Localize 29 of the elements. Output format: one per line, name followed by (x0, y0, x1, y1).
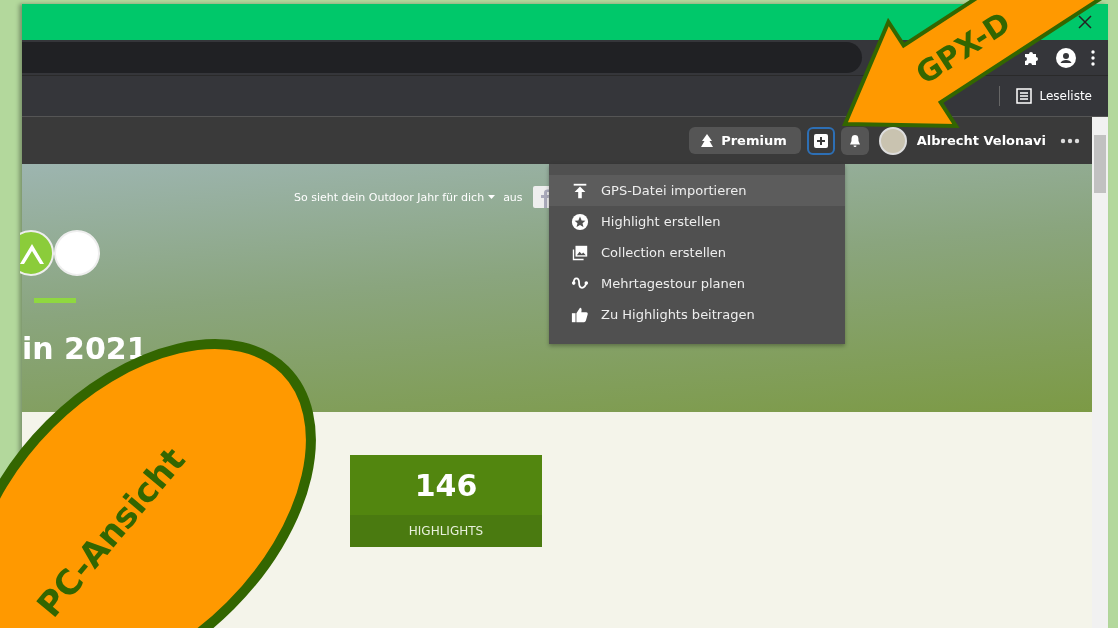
reading-list-button[interactable]: Leseliste (1013, 86, 1094, 106)
tree-icon (699, 132, 716, 149)
kebab-menu-icon[interactable] (1090, 47, 1096, 68)
hero-title: in 2021 (22, 331, 149, 366)
profile-icon[interactable] (1056, 47, 1076, 68)
add-button[interactable] (806, 126, 835, 155)
premium-button[interactable]: Premium (689, 127, 801, 154)
mountain-logo-icon (20, 230, 54, 276)
menu-item[interactable]: Collection erstellen (549, 237, 845, 268)
user-name[interactable]: Albrecht Velonavi (916, 133, 1046, 148)
scrollbar[interactable] (1092, 117, 1108, 628)
menu-item[interactable]: GPS-Datei importieren (549, 175, 845, 206)
menu-item[interactable]: Mehrtagestour planen (549, 268, 845, 299)
bell-button[interactable] (840, 126, 869, 155)
thumbs-up-icon (571, 305, 589, 324)
bell-icon (847, 133, 862, 148)
stat-label: HIGHLIGHTS (350, 515, 542, 547)
gallery-icon (571, 243, 589, 262)
menu-item[interactable]: Zu Highlights beitragen (549, 299, 845, 330)
menu-item[interactable]: Highlight erstellen (549, 206, 845, 237)
upload-icon (571, 181, 589, 200)
close-icon[interactable] (1078, 15, 1092, 29)
user-avatar[interactable] (878, 126, 907, 155)
list-icon (1015, 88, 1032, 104)
share-suffix: aus (503, 190, 523, 204)
stat-value: 146 (413, 466, 479, 505)
plus-icon (813, 133, 828, 148)
more-icon[interactable] (1060, 137, 1080, 144)
accent-bar (34, 298, 76, 303)
